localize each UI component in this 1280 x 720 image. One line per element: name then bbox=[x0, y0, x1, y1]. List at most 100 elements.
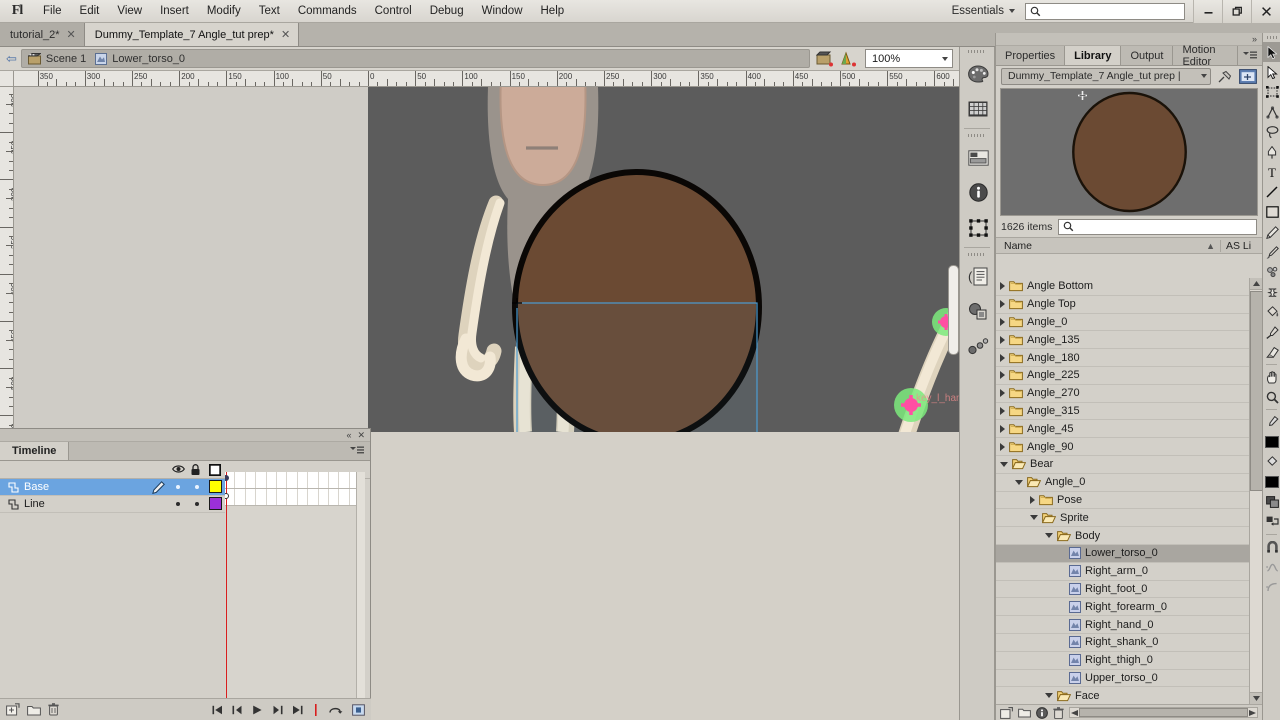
frame-cell[interactable] bbox=[329, 489, 340, 505]
library-item-tree[interactable]: Angle Bottom Angle Top Angle_0 Angle_135 Ang… bbox=[996, 278, 1249, 704]
library-document-select[interactable]: Dummy_Template_7 Angle_tut prep | bbox=[1001, 67, 1211, 85]
close-button[interactable] bbox=[1251, 0, 1280, 23]
frame-cell[interactable] bbox=[339, 472, 350, 488]
library-item[interactable]: Angle_315 bbox=[996, 403, 1249, 421]
close-panel-icon[interactable]: ✕ bbox=[357, 430, 365, 441]
selection-tool[interactable] bbox=[1263, 42, 1280, 62]
frame-cell[interactable] bbox=[256, 489, 267, 505]
frame-cell[interactable] bbox=[235, 489, 246, 505]
layer-visibility-toggle[interactable] bbox=[176, 485, 180, 489]
minimize-button[interactable] bbox=[1193, 0, 1222, 23]
library-item[interactable]: Right_hand_0 bbox=[996, 616, 1249, 634]
library-item[interactable]: Angle_180 bbox=[996, 349, 1249, 367]
stage-canvas[interactable]: key_l_hand key_l_foot red bbox=[14, 87, 959, 432]
menu-item-file[interactable]: File bbox=[34, 2, 71, 21]
frame-row[interactable] bbox=[225, 472, 365, 489]
paint-bucket-tool[interactable] bbox=[1263, 302, 1280, 322]
frame-cell[interactable] bbox=[339, 489, 350, 505]
chevron-right-icon[interactable] bbox=[1000, 371, 1005, 380]
stroke-color-swatch[interactable] bbox=[1263, 412, 1280, 432]
library-item[interactable]: Right_arm_0 bbox=[996, 563, 1249, 581]
layer-outline-color[interactable] bbox=[209, 497, 222, 510]
layer-visibility-toggle[interactable] bbox=[176, 502, 180, 506]
tab-timeline[interactable]: Timeline bbox=[0, 442, 70, 460]
library-item-selected[interactable]: Lower_torso_0 bbox=[996, 544, 1249, 563]
restore-button[interactable] bbox=[1222, 0, 1251, 23]
library-item[interactable]: Angle_45 bbox=[996, 420, 1249, 439]
library-item[interactable]: Angle_270 bbox=[996, 385, 1249, 403]
library-item[interactable]: Angle_135 bbox=[996, 331, 1249, 350]
chevron-right-icon[interactable] bbox=[1000, 424, 1005, 433]
library-item[interactable]: Body bbox=[996, 527, 1249, 545]
lasso-tool[interactable] bbox=[1263, 122, 1280, 142]
code-snippets-icon[interactable]: ( bbox=[960, 259, 996, 294]
timeline-layer-row[interactable]: Line bbox=[0, 496, 225, 513]
frame-cell[interactable] bbox=[298, 472, 309, 488]
align-icon[interactable] bbox=[960, 140, 996, 175]
delete-icon[interactable] bbox=[1053, 706, 1064, 719]
menu-item-modify[interactable]: Modify bbox=[198, 2, 250, 21]
chevron-right-icon[interactable] bbox=[1000, 442, 1005, 451]
chevron-right-icon[interactable] bbox=[1000, 353, 1005, 362]
expand-panel-icon[interactable]: » bbox=[1252, 34, 1257, 44]
frame-cell[interactable] bbox=[277, 472, 288, 488]
step-forward-icon[interactable] bbox=[272, 705, 283, 715]
smooth-option[interactable] bbox=[1263, 557, 1280, 577]
fill-color-swatch[interactable] bbox=[1263, 452, 1280, 472]
delete-layer-icon[interactable] bbox=[48, 703, 59, 716]
library-search-input[interactable] bbox=[1058, 218, 1257, 235]
menu-item-edit[interactable]: Edit bbox=[71, 2, 109, 21]
pencil-tool[interactable] bbox=[1263, 222, 1280, 242]
layer-lock-toggle[interactable] bbox=[195, 485, 199, 489]
line-tool[interactable] bbox=[1263, 182, 1280, 202]
stroke-color-value[interactable] bbox=[1263, 432, 1280, 452]
chevron-right-icon[interactable] bbox=[1000, 389, 1005, 398]
go-to-last-frame-icon[interactable] bbox=[292, 705, 303, 715]
tab-output[interactable]: Output bbox=[1121, 46, 1174, 65]
library-panel-menu-icon[interactable] bbox=[1238, 46, 1262, 65]
chevron-right-icon[interactable] bbox=[1000, 282, 1005, 291]
center-frame-icon[interactable] bbox=[352, 703, 365, 716]
menu-item-insert[interactable]: Insert bbox=[151, 2, 198, 21]
library-item[interactable]: Right_thigh_0 bbox=[996, 652, 1249, 670]
library-item[interactable]: Pose bbox=[996, 492, 1249, 510]
free-transform-tool[interactable] bbox=[1263, 82, 1280, 102]
swatches-icon[interactable] bbox=[960, 91, 996, 126]
frame-cell[interactable] bbox=[319, 472, 329, 488]
swap-colors-button[interactable] bbox=[1263, 512, 1280, 532]
tab-library[interactable]: Library bbox=[1065, 46, 1122, 65]
menu-item-help[interactable]: Help bbox=[532, 2, 574, 21]
scroll-thumb[interactable] bbox=[1079, 708, 1248, 717]
dock-grip[interactable] bbox=[960, 250, 994, 259]
eyedropper-tool[interactable] bbox=[1263, 322, 1280, 342]
scroll-up-icon[interactable] bbox=[1250, 278, 1262, 290]
library-horizontal-scrollbar[interactable] bbox=[1069, 707, 1258, 718]
library-item[interactable]: Face bbox=[996, 687, 1249, 704]
frame-cell[interactable] bbox=[256, 472, 267, 488]
rectangle-tool[interactable] bbox=[1263, 202, 1280, 222]
chevron-down-icon[interactable] bbox=[1045, 533, 1053, 539]
breadcrumb-symbol[interactable]: Lower_torso_0 bbox=[95, 52, 190, 65]
frame-cell[interactable] bbox=[246, 472, 257, 488]
properties-icon[interactable] bbox=[1036, 706, 1048, 719]
tools-grip[interactable] bbox=[1263, 33, 1280, 42]
document-tab[interactable]: tutorial_2* ✕ bbox=[0, 23, 85, 46]
menu-item-commands[interactable]: Commands bbox=[289, 2, 366, 21]
library-item[interactable]: Right_shank_0 bbox=[996, 634, 1249, 652]
layer-lock-toggle[interactable] bbox=[195, 502, 199, 506]
menu-item-control[interactable]: Control bbox=[366, 2, 421, 21]
back-arrow-icon[interactable]: ⇦ bbox=[6, 51, 17, 67]
close-tab-icon[interactable]: ✕ bbox=[281, 28, 290, 41]
library-item[interactable]: Upper_torso_0 bbox=[996, 670, 1249, 688]
column-header-linkage[interactable]: AS Li bbox=[1220, 239, 1262, 252]
library-item[interactable]: Sprite bbox=[996, 509, 1249, 528]
step-back-icon[interactable] bbox=[232, 705, 243, 715]
new-symbol-icon[interactable] bbox=[1000, 706, 1013, 719]
menu-item-view[interactable]: View bbox=[108, 2, 151, 21]
brush-tool[interactable] bbox=[1263, 242, 1280, 262]
frame-cell[interactable] bbox=[277, 489, 288, 505]
timeline-layer-row[interactable]: Base bbox=[0, 479, 225, 496]
layer-outline-color[interactable] bbox=[209, 480, 222, 493]
frame-cell[interactable] bbox=[329, 472, 340, 488]
new-folder-icon[interactable] bbox=[1018, 707, 1031, 718]
